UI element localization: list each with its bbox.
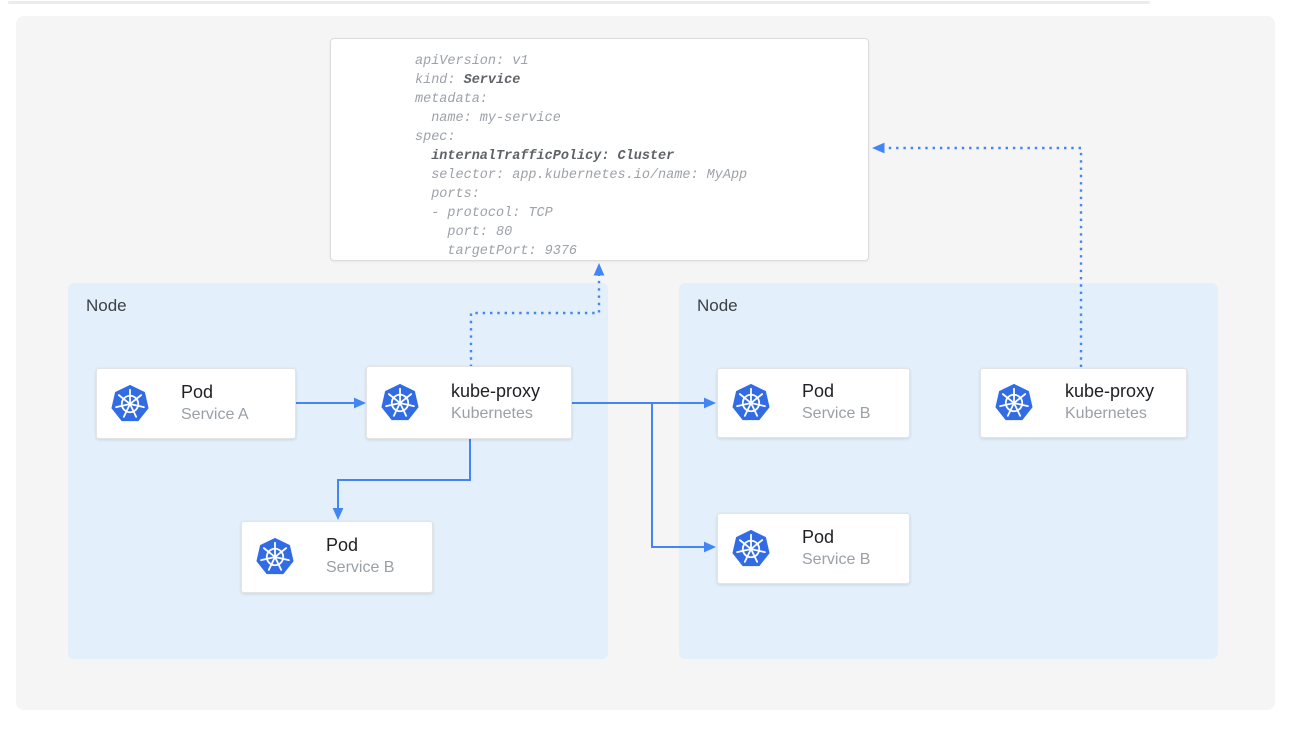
kubernetes-icon	[732, 384, 770, 422]
card-title: Pod	[326, 534, 394, 557]
kubernetes-icon	[256, 538, 294, 576]
card-title: Pod	[802, 526, 870, 549]
yaml-line: kind: Service	[415, 71, 747, 90]
card-subtitle: Service B	[802, 403, 870, 425]
pod-card-service-b-right-top: Pod Service B	[717, 368, 910, 438]
yaml-line: name: my-service	[415, 109, 747, 128]
yaml-line: apiVersion: v1	[415, 52, 747, 71]
kubernetes-icon	[995, 384, 1033, 422]
card-title: kube-proxy	[451, 380, 540, 403]
yaml-line: selector: app.kubernetes.io/name: MyApp	[415, 166, 747, 185]
card-subtitle: Service A	[181, 404, 249, 426]
pod-card-service-b-left: Pod Service B	[241, 521, 433, 593]
node-box-left: Node	[68, 283, 608, 659]
top-divider-line	[8, 1, 1150, 4]
node-label: Node	[86, 296, 127, 316]
card-subtitle: Kubernetes	[1065, 403, 1154, 425]
card-subtitle: Service B	[326, 557, 394, 579]
yaml-line: targetPort: 9376	[415, 242, 747, 261]
kubernetes-icon	[732, 530, 770, 568]
card-title: Pod	[802, 380, 870, 403]
card-subtitle: Service B	[802, 549, 870, 571]
yaml-line: spec:	[415, 128, 747, 147]
service-yaml-card: apiVersion: v1kind: Servicemetadata: nam…	[330, 38, 869, 261]
yaml-line: ports:	[415, 185, 747, 204]
yaml-line: metadata:	[415, 90, 747, 109]
node-label: Node	[697, 296, 738, 316]
card-subtitle: Kubernetes	[451, 403, 540, 425]
pod-card-service-a: Pod Service A	[96, 368, 296, 439]
yaml-code-block: apiVersion: v1kind: Servicemetadata: nam…	[415, 52, 747, 261]
kubernetes-internal-traffic-policy-diagram: { "page": { "background": "#ffffff", "ca…	[0, 0, 1296, 729]
pod-card-service-b-right-bottom: Pod Service B	[717, 513, 910, 584]
node-box-right: Node	[679, 283, 1218, 659]
card-title: Pod	[181, 381, 249, 404]
kubernetes-icon	[381, 384, 419, 422]
kubernetes-icon	[111, 385, 149, 423]
yaml-line: - protocol: TCP	[415, 204, 747, 223]
yaml-line: port: 80	[415, 223, 747, 242]
yaml-line: internalTrafficPolicy: Cluster	[415, 147, 747, 166]
kube-proxy-card-right: kube-proxy Kubernetes	[980, 368, 1187, 438]
card-title: kube-proxy	[1065, 380, 1154, 403]
kube-proxy-card-left: kube-proxy Kubernetes	[366, 366, 572, 439]
